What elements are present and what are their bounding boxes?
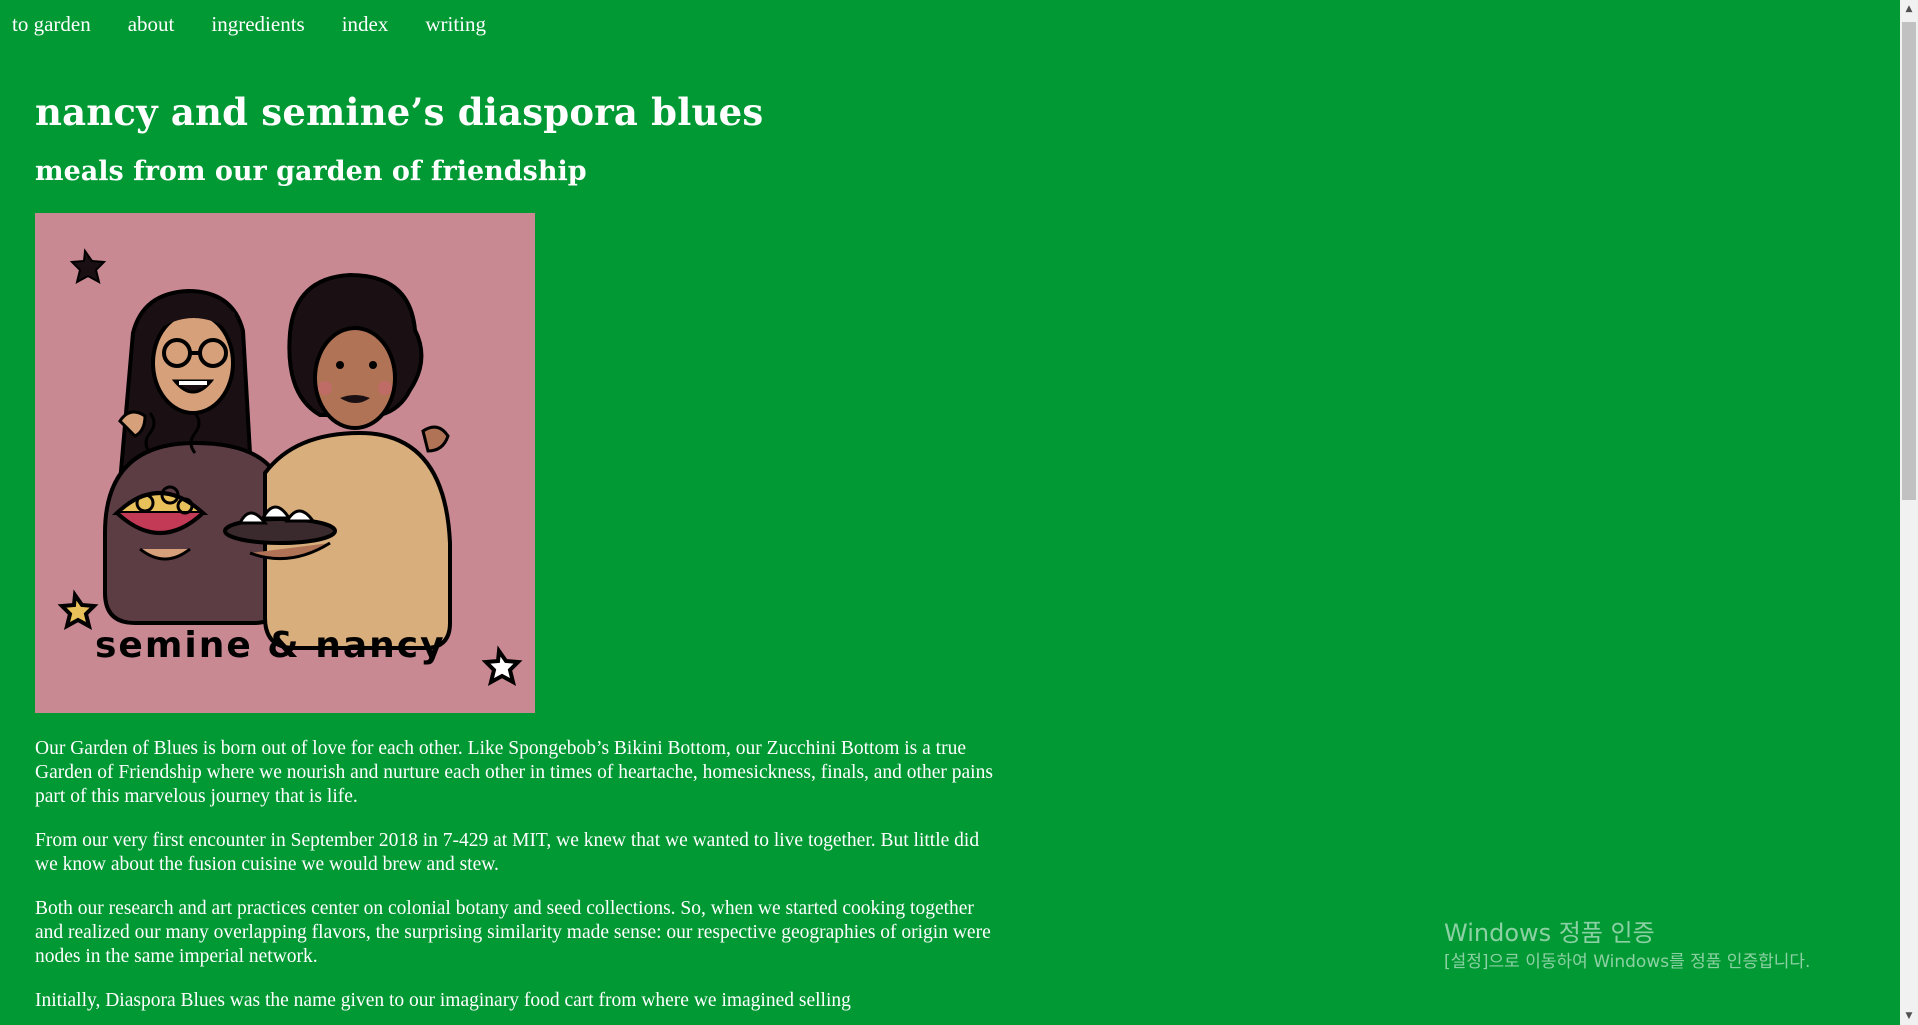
nav-link-ingredients[interactable]: ingredients — [211, 12, 304, 37]
scroll-up-arrow-icon[interactable]: ▲ — [1900, 0, 1918, 18]
portrait-illustration: semine & nancy — [35, 213, 535, 713]
star-icon — [57, 589, 99, 630]
paragraph-2: From our very first encounter in Septemb… — [35, 830, 980, 875]
nav-link-to-garden[interactable]: to garden — [12, 12, 91, 37]
scrollbar-thumb[interactable] — [1902, 22, 1916, 500]
page-title: nancy and semine’s diaspora blues — [35, 90, 764, 134]
vertical-scrollbar[interactable]: ▲ ▼ — [1900, 0, 1918, 1025]
watermark-subtitle: [설정]으로 이동하여 Windows를 정품 인증합니다. — [1444, 952, 1811, 972]
page: to garden about ingredients index writin… — [0, 0, 1918, 1025]
paragraph-1: Our Garden of Blues is born out of love … — [35, 738, 993, 807]
top-nav: to garden about ingredients index writin… — [12, 12, 523, 37]
star-icon — [481, 645, 523, 686]
paragraph-3: Both our research and art practices cent… — [35, 898, 991, 967]
nav-link-index[interactable]: index — [342, 12, 389, 37]
scroll-down-arrow-icon[interactable]: ▼ — [1900, 1007, 1918, 1025]
watermark-title: Windows 정품 인증 — [1444, 919, 1655, 947]
portrait-caption: semine & nancy — [95, 625, 446, 666]
page-subtitle: meals from our garden of friendship — [35, 156, 587, 187]
windows-activation-watermark: Windows 정품 인증 [설정]으로 이동하여 Windows를 정품 인증… — [1444, 916, 1810, 974]
nav-link-about[interactable]: about — [128, 12, 175, 37]
star-icon — [69, 248, 107, 284]
paragraph-4: Initially, Diaspora Blues was the name g… — [35, 990, 851, 1011]
nav-link-writing[interactable]: writing — [425, 12, 486, 37]
main-content: nancy and semine’s diaspora blues meals … — [35, 86, 995, 1013]
